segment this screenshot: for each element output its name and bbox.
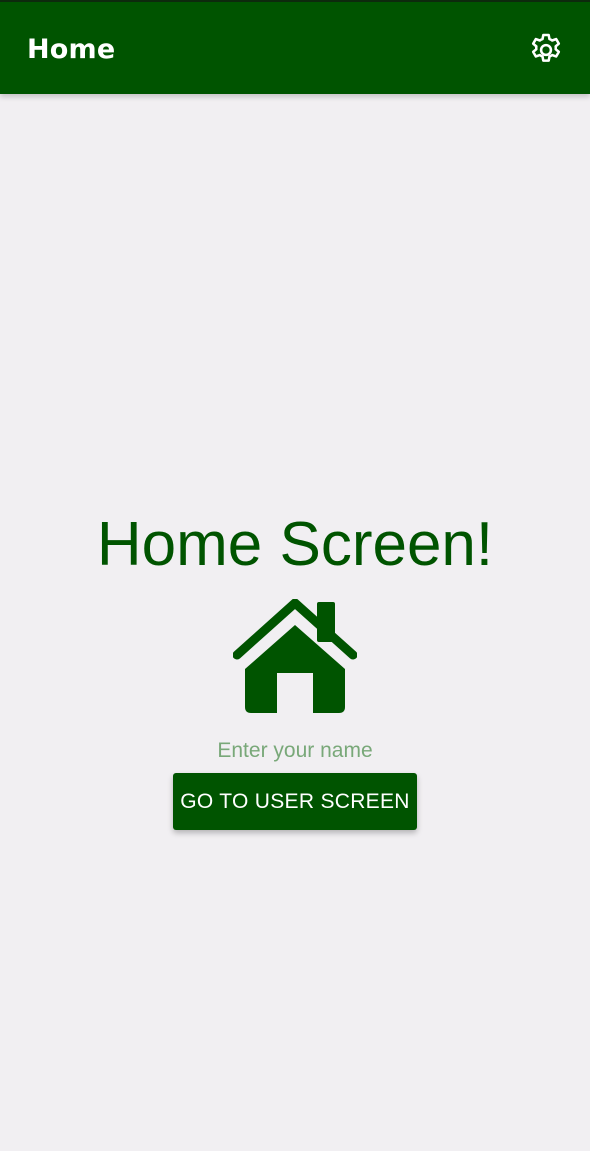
main-content: Home Screen! GO TO USER SCREEN: [0, 94, 590, 1151]
home-icon: [233, 599, 357, 713]
app-screen: Home Home Screen! GO TO USER SCREEN: [0, 0, 590, 1151]
gear-icon: [531, 33, 561, 62]
name-input[interactable]: [170, 734, 420, 768]
page-heading: Home Screen!: [96, 510, 494, 579]
app-bar-title: Home: [27, 34, 116, 65]
go-to-user-screen-button[interactable]: GO TO USER SCREEN: [173, 773, 417, 830]
settings-button[interactable]: [526, 30, 566, 70]
app-bar: Home: [0, 0, 590, 94]
